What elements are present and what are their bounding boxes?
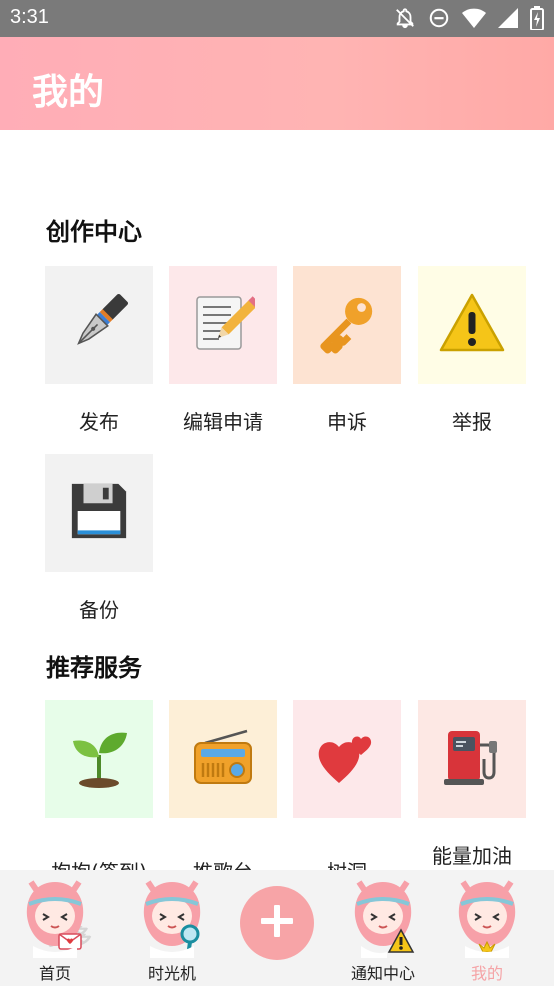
status-bar: 3:31: [0, 0, 554, 37]
section-title-creation: 创作中心: [46, 218, 142, 246]
tile-song-stage[interactable]: 推歌台: [169, 700, 277, 870]
tile-box: [45, 454, 153, 572]
avatar-crown-icon: [449, 876, 525, 960]
warning-icon: [439, 292, 505, 358]
avatar-warning-icon: [345, 876, 421, 960]
tile-edit-request[interactable]: 编辑申请: [169, 266, 277, 434]
do-not-disturb-icon: [428, 7, 450, 29]
memo-pencil-icon: [191, 291, 260, 359]
nav-label: 首页: [38, 964, 71, 983]
section-title-services: 推荐服务: [46, 654, 142, 682]
tile-publish[interactable]: 发布: [45, 266, 153, 434]
seedling-icon: [67, 725, 131, 793]
plus-icon: [259, 903, 295, 943]
tile-box: [45, 266, 153, 384]
nav-label: 通知中心: [350, 964, 415, 983]
tile-energy-refuel[interactable]: 能量加油: [418, 700, 526, 868]
tile-label: 举报: [452, 410, 492, 434]
page-title: 我的: [32, 72, 105, 113]
bottom-nav: 更多 首页: [0, 870, 554, 986]
tile-appeal[interactable]: 申诉: [293, 266, 401, 434]
heart-icon: [315, 725, 379, 793]
nav-item-notifications[interactable]: 通知中心: [328, 870, 438, 986]
nav-item-mine[interactable]: 我的: [432, 870, 542, 986]
nav-label: 我的: [470, 964, 503, 983]
add-button[interactable]: [240, 886, 314, 960]
notifications-off-icon: [394, 7, 416, 29]
nav-label: 时光机: [147, 964, 196, 983]
tile-box: [293, 700, 401, 818]
tile-label: 能量加油: [432, 844, 512, 868]
nav-item-home[interactable]: 首页: [0, 870, 110, 986]
tile-backup[interactable]: 备份: [45, 454, 153, 622]
tile-report[interactable]: 举报: [418, 266, 526, 434]
cell-signal-icon: [498, 7, 518, 29]
floppy-disk-icon: [68, 480, 130, 546]
content-scroll[interactable]: 创作中心 发布 编辑申请 申诉 举报 备份 推荐服务 能量加油: [0, 130, 554, 870]
tile-box: [418, 700, 526, 818]
battery-charging-icon: [530, 6, 544, 30]
nav-item-time-machine[interactable]: 时光机: [117, 870, 227, 986]
status-time: 3:31: [10, 6, 49, 28]
tile-label: 备份: [79, 598, 119, 622]
fountain-pen-icon: [66, 290, 132, 360]
tile-box: [293, 266, 401, 384]
key-icon: [316, 292, 378, 358]
radio-icon: [191, 725, 255, 793]
avatar-mail-icon: [17, 876, 93, 960]
wifi-icon: [462, 7, 486, 29]
tile-box: [418, 266, 526, 384]
tile-box: [45, 700, 153, 818]
fuel-pump-icon: [442, 725, 502, 793]
app-bar: 我的: [0, 37, 554, 130]
tile-tree-hole[interactable]: 树洞: [293, 700, 401, 870]
avatar-search-icon: [134, 876, 210, 960]
tile-box: [169, 266, 277, 384]
tile-box: [169, 700, 277, 818]
tile-hug-checkin[interactable]: 抱抱(签到): [45, 700, 153, 870]
